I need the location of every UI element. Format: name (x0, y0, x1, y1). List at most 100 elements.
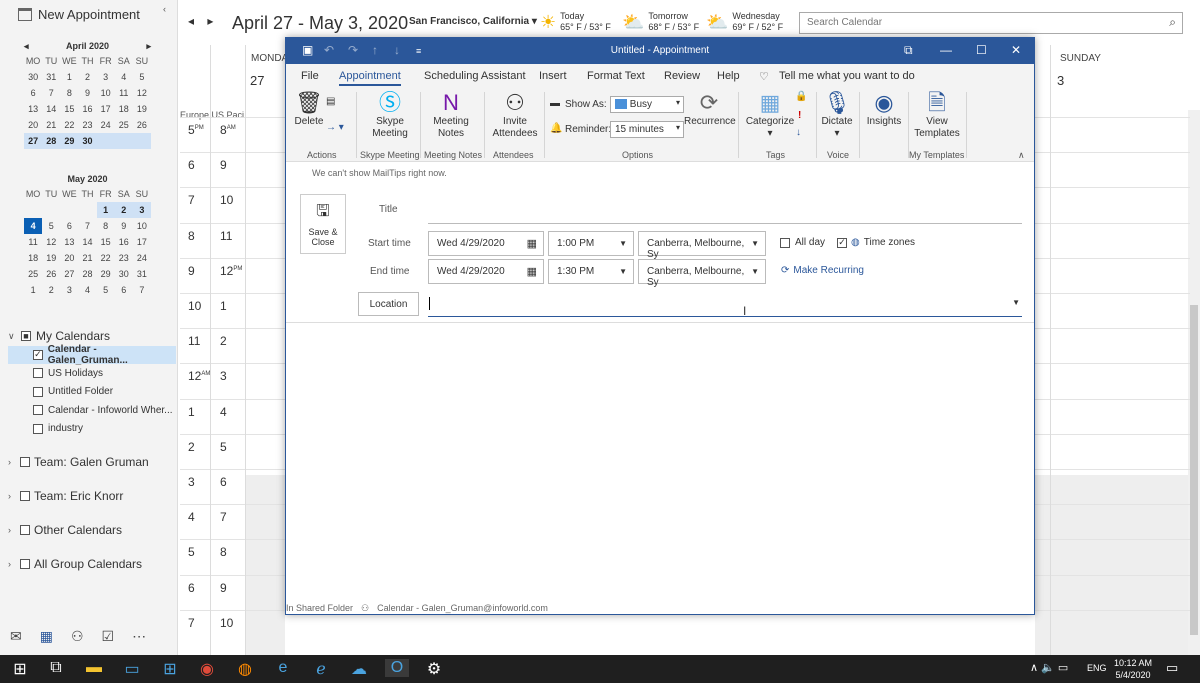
mini-calendar-day[interactable]: 1 (60, 69, 78, 85)
mini-calendar-day[interactable]: 2 (42, 282, 60, 298)
group-checkbox[interactable] (20, 525, 30, 535)
calendar-checkbox[interactable] (33, 386, 43, 397)
invite-attendees-button[interactable]: ⚇ Invite Attendees (490, 90, 540, 140)
mini-calendar-day[interactable]: 19 (42, 250, 60, 266)
mini-calendar-day[interactable]: 9 (78, 85, 96, 101)
mini-calendar-day[interactable]: 8 (97, 218, 115, 234)
mini-calendar-day[interactable]: 12 (42, 234, 60, 250)
calendar-item[interactable]: US Holidays (8, 364, 176, 383)
calendar-picker-icon[interactable]: ▦ (527, 265, 537, 278)
group-checkbox[interactable] (20, 559, 30, 569)
mini-calendar-day[interactable]: 30 (115, 266, 133, 282)
mini-calendar-day[interactable]: 21 (42, 117, 60, 133)
location-selector[interactable]: San Francisco, California ▾ (409, 16, 537, 27)
calendar-group[interactable]: › Other Calendars (8, 523, 122, 537)
mini-calendar-day[interactable]: 2 (78, 69, 96, 85)
high-importance-icon[interactable]: ! (798, 110, 801, 122)
delete-button[interactable]: 🗑 Delete (294, 90, 324, 128)
mini-calendar-day[interactable]: 18 (24, 250, 42, 266)
save-close-button[interactable]: 🖫 Save & Close (300, 194, 346, 254)
mini-calendar-day[interactable]: 27 (24, 133, 43, 149)
insights-button[interactable]: ◉ Insights (864, 90, 904, 128)
mini-calendar-day[interactable]: 3 (132, 202, 151, 218)
more-icon[interactable]: ⋯ (132, 628, 146, 645)
language-indicator[interactable]: ENG (1087, 663, 1107, 673)
mini-calendar-day[interactable]: 28 (42, 133, 61, 149)
mini-calendar-day[interactable]: 13 (24, 101, 42, 117)
firefox-icon[interactable]: ◍ (233, 659, 257, 679)
windows-icon[interactable]: ⊞ (158, 659, 182, 679)
mini-calendar-day[interactable]: 1 (96, 202, 115, 218)
mini-calendar-day[interactable]: 17 (133, 234, 151, 250)
mini-calendar-day[interactable]: 26 (133, 117, 151, 133)
my-calendars-header[interactable]: ∨ ■ My Calendars (8, 327, 176, 346)
start-icon[interactable]: ⊞ (8, 659, 32, 679)
start-date-field[interactable]: Wed 4/29/2020 ▦ (428, 231, 544, 256)
time-zones-checkbox[interactable]: ✓ ◍ Time zones (837, 237, 915, 248)
mini-calendar-day[interactable]: 15 (60, 101, 78, 117)
calendar-picker-icon[interactable]: ▦ (527, 237, 537, 250)
search-calendar-input[interactable]: Search Calendar ⌕ (799, 12, 1183, 34)
collapse-ribbon-icon[interactable]: ∧ (1018, 150, 1025, 161)
mini-calendar-day[interactable]: 4 (24, 218, 43, 234)
mail-icon[interactable]: ✉ (10, 628, 22, 645)
mini-calendar-day[interactable]: 3 (60, 282, 78, 298)
mini-calendar-day[interactable]: 4 (115, 69, 133, 85)
mini-calendar-day[interactable] (60, 202, 78, 218)
group-checkbox[interactable] (20, 457, 30, 467)
calendar-item[interactable]: industry (8, 420, 176, 439)
calendar-item[interactable]: ✓ Calendar - Galen_Gruman... (8, 344, 176, 366)
mini-calendar-day[interactable]: 20 (24, 117, 42, 133)
desktop-icon[interactable]: ▭ (120, 659, 144, 679)
onedrive-icon[interactable]: ☁ (347, 659, 371, 679)
ribbon-tab[interactable]: Insert (539, 70, 567, 82)
ribbon-tab[interactable]: File (301, 70, 319, 82)
calendar-group[interactable]: › Team: Galen Gruman (8, 455, 149, 469)
start-timezone-field[interactable]: Canberra, Melbourne, Sy ▼ (638, 231, 766, 260)
mini-calendar-day[interactable]: 17 (97, 101, 115, 117)
mini-calendar-day[interactable]: 11 (115, 85, 133, 101)
end-timezone-field[interactable]: Canberra, Melbourne, Sy ▼ (638, 259, 766, 288)
mini-calendar-day[interactable]: 19 (133, 101, 151, 117)
mini-calendar-day[interactable]: 9 (115, 218, 133, 234)
mini-calendar-day[interactable]: 30 (24, 69, 42, 85)
mini-calendar-day[interactable]: 5 (97, 282, 115, 298)
mini-calendar-day[interactable]: 30 (78, 133, 97, 149)
mini-calendar-day[interactable] (24, 202, 42, 218)
mini-calendar-day[interactable]: 27 (60, 266, 78, 282)
ribbon-tab[interactable]: Review (664, 70, 700, 82)
next-month-icon[interactable]: ▸ (146, 41, 151, 52)
title-field[interactable] (428, 223, 1022, 224)
view-templates-button[interactable]: 🗎 View Templates (912, 90, 962, 140)
mini-calendar-day[interactable]: 12 (133, 85, 151, 101)
tell-me-box[interactable]: Tell me what you want to do (779, 70, 915, 82)
reminder-dropdown[interactable]: 15 minutes ▾ (610, 121, 684, 138)
calendar-action-icon[interactable]: ▤ (326, 96, 335, 108)
ribbon-tab[interactable]: Help (717, 70, 740, 82)
mini-calendar-day[interactable]: 22 (60, 117, 78, 133)
mini-calendar-day[interactable]: 25 (115, 117, 133, 133)
calendar-checkbox[interactable] (33, 405, 43, 416)
mini-calendar-day[interactable]: 29 (60, 133, 79, 149)
file-explorer-icon[interactable]: ▬ (82, 659, 106, 677)
new-appointment-button[interactable]: New Appointment (18, 7, 140, 22)
mini-calendar-day[interactable]: 14 (78, 234, 96, 250)
ribbon-tab[interactable]: Format Text (587, 70, 645, 82)
mini-calendar-day[interactable]: 28 (78, 266, 96, 282)
mini-calendar-day[interactable] (96, 133, 115, 149)
recurrence-button[interactable]: ⟳ Recurrence (684, 90, 736, 128)
mini-calendar-day[interactable]: 25 (24, 266, 42, 282)
mini-calendar-day[interactable]: 31 (42, 69, 60, 85)
low-importance-icon[interactable]: ↓ (796, 127, 801, 139)
calendar-checkbox[interactable] (33, 423, 43, 434)
make-recurring-link[interactable]: ⟳ Make Recurring (781, 265, 864, 276)
tray-icons[interactable]: ∧ 🔈 ▭ (1030, 661, 1068, 674)
ribbon-tab[interactable]: Scheduling Assistant (424, 70, 526, 82)
people-icon[interactable]: ⚇ (71, 628, 84, 645)
all-day-check[interactable] (780, 237, 790, 248)
mini-calendar-day[interactable]: 20 (60, 250, 78, 266)
mini-calendar-day[interactable]: 31 (133, 266, 151, 282)
mini-calendar-day[interactable] (132, 133, 151, 149)
calendar-checkbox[interactable] (33, 368, 43, 379)
mini-calendar-day[interactable]: 3 (97, 69, 115, 85)
